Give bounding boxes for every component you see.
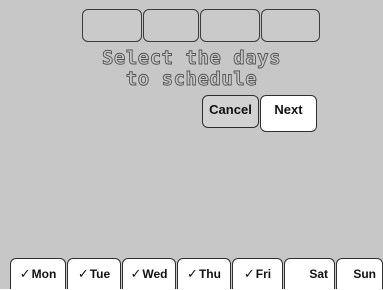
top-slot-3 — [200, 9, 260, 42]
day-label: Mon — [31, 267, 57, 281]
day-label: Sun — [353, 267, 376, 281]
day-button-fri[interactable]: ✓Fri — [232, 258, 283, 289]
day-label: Sat — [309, 267, 328, 281]
top-slot-2 — [143, 9, 199, 42]
thermostat-screen: Select the days to schedule Cancel Next … — [0, 0, 383, 289]
cancel-button[interactable]: Cancel — [202, 95, 259, 128]
day-button-sat[interactable]: Sat — [284, 258, 335, 289]
checkmark-icon: ✓ — [19, 267, 31, 282]
day-button-wed[interactable]: ✓Wed — [122, 258, 176, 289]
day-button-thu[interactable]: ✓Thu — [177, 258, 231, 289]
prompt-line-1: Select the days — [101, 47, 282, 69]
day-label: Fri — [255, 267, 272, 281]
checkmark-icon: ✓ — [243, 267, 255, 282]
day-button-sun[interactable]: Sun — [336, 258, 383, 289]
day-label: Tue — [89, 267, 111, 281]
checkmark-icon: ✓ — [77, 267, 89, 282]
day-label: Thu — [198, 267, 221, 281]
day-button-tue[interactable]: ✓Tue — [67, 258, 121, 289]
top-slot-1 — [82, 9, 142, 42]
checkmark-icon: ✓ — [187, 267, 198, 282]
next-button[interactable]: Next — [260, 95, 317, 132]
day-label: Wed — [142, 267, 168, 281]
checkmark-icon: ✓ — [130, 267, 142, 282]
day-button-mon[interactable]: ✓Mon — [10, 258, 66, 289]
top-slot-4 — [261, 9, 320, 42]
prompt-line-2: to schedule — [125, 68, 258, 90]
